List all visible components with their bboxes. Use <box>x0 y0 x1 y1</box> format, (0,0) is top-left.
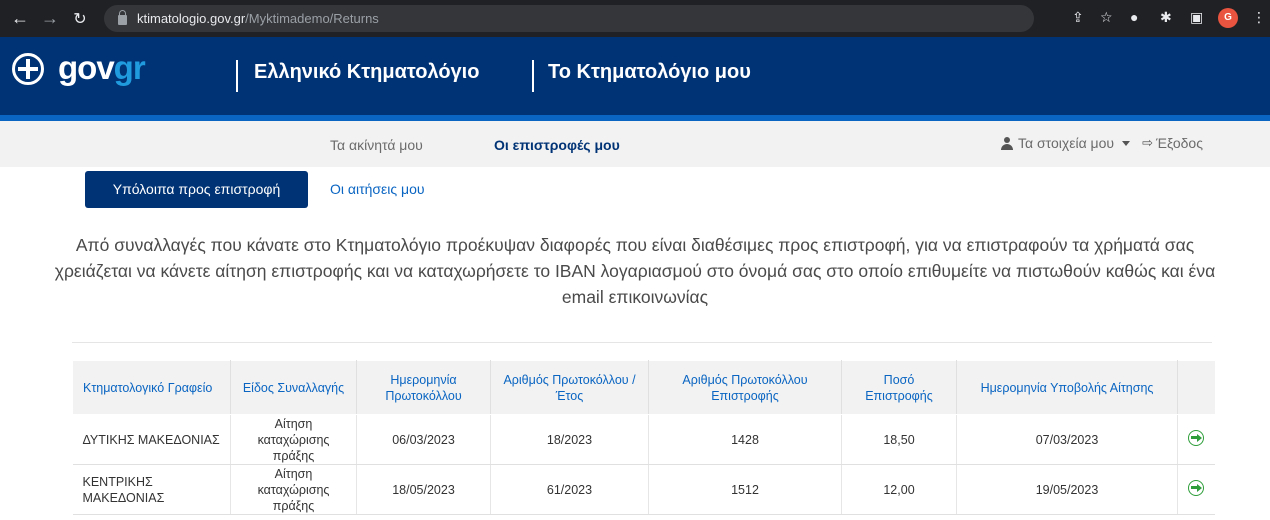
arrow-right-circle-icon[interactable] <box>1188 479 1205 496</box>
table-header-row: Κτηματολογικό Γραφείο Είδος Συναλλαγής Η… <box>72 360 1215 415</box>
cell-amount: 18,50 <box>841 414 957 465</box>
cell-amount: 12,00 <box>841 464 957 515</box>
cell-protocol-date: 06/03/2023 <box>356 414 491 465</box>
greek-emblem-icon <box>12 53 44 85</box>
intro-text: Από συναλλαγές που κάνατε στο Κτηματολόγ… <box>54 235 1216 307</box>
user-menu: Τα στοιχεία μου ⇨ Έξοδος <box>1000 135 1203 151</box>
header-divider <box>236 60 238 92</box>
cell-transaction-type: Αίτηση καταχώρισης πράξης <box>230 414 357 465</box>
cell-protocol-number: 61/2023 <box>490 464 649 515</box>
col-header-transaction-type: Είδος Συναλλαγής <box>230 360 357 415</box>
divider <box>72 342 1212 343</box>
cell-office: ΔΥΤΙΚΗΣ ΜΑΚΕΔΟΝΙΑΣ <box>72 414 231 465</box>
user-icon <box>1000 136 1014 150</box>
col-header-protocol-date: Ημερομηνία Πρωτοκόλλου <box>356 360 491 415</box>
header-title-my-cadastre[interactable]: Το Κτηματολόγιο μου <box>548 61 751 84</box>
url-host: ktimatologio.gov.gr <box>137 11 246 26</box>
tab-pending-returns[interactable]: Υπόλοιπα προς επιστροφή <box>85 171 308 208</box>
cell-protocol-number: 18/2023 <box>490 414 649 465</box>
sub-navigation: Τα ακίνητά μου Οι επιστροφές μου Τα στοι… <box>0 121 1270 167</box>
extension-icon[interactable]: ● <box>1130 9 1138 25</box>
url-path: /Myktimademo/Returns <box>245 11 379 26</box>
cell-action <box>1177 464 1215 515</box>
col-header-action <box>1177 360 1215 415</box>
col-header-return-protocol: Αριθμός Πρωτοκόλλου Επιστροφής <box>648 360 842 415</box>
cell-request-date: 19/05/2023 <box>956 464 1178 515</box>
arrow-right-circle-icon[interactable] <box>1188 429 1205 446</box>
caret-down-icon[interactable] <box>1122 140 1131 146</box>
sidepanel-icon[interactable]: ▣ <box>1190 9 1203 26</box>
sign-out-icon: ⇨ <box>1142 135 1153 150</box>
back-arrow-icon[interactable]: ← <box>8 8 32 29</box>
col-header-office: Κτηματολογικό Γραφείο <box>72 360 231 415</box>
cell-transaction-type: Αίτηση καταχώρισης πράξης <box>230 464 357 515</box>
header-divider <box>532 60 534 92</box>
tab-my-requests[interactable]: Οι αιτήσεις μου <box>330 181 425 197</box>
browser-toolbar: ← → ↻ ktimatologio.gov.gr/Myktimademo/Re… <box>0 0 1270 37</box>
my-details-link[interactable]: Τα στοιχεία μου <box>1018 135 1114 151</box>
forward-arrow-icon[interactable]: → <box>38 8 62 29</box>
header-title-cadastre[interactable]: Ελληνικό Κτηματολόγιο <box>254 61 479 84</box>
share-icon[interactable]: ⇪ <box>1072 9 1084 26</box>
table-row: ΔΥΤΙΚΗΣ ΜΑΚΕΔΟΝΙΑΣ Αίτηση καταχώρισης πρ… <box>72 414 1215 465</box>
nav-my-properties[interactable]: Τα ακίνητά μου <box>330 137 423 153</box>
govgr-logo[interactable]: govgr <box>58 49 146 87</box>
cell-request-date: 07/03/2023 <box>956 414 1178 465</box>
nav-my-returns[interactable]: Οι επιστροφές μου <box>494 137 620 153</box>
table-row: ΚΕΝΤΡΙΚΗΣ ΜΑΚΕΔΟΝΙΑΣ Αίτηση καταχώρισης … <box>72 464 1215 515</box>
cell-office: ΚΕΝΤΡΙΚΗΣ ΜΑΚΕΔΟΝΙΑΣ <box>72 464 231 515</box>
cell-protocol-date: 18/05/2023 <box>356 464 491 515</box>
menu-dots-icon[interactable]: ⋮ <box>1252 9 1266 26</box>
cell-action <box>1177 414 1215 465</box>
bookmark-star-icon[interactable]: ☆ <box>1100 9 1113 26</box>
col-header-protocol-number: Αριθμός Πρωτοκόλλου / Έτος <box>490 360 649 415</box>
puzzle-icon[interactable]: ✱ <box>1160 9 1172 26</box>
lock-icon <box>118 10 127 25</box>
cell-return-protocol: 1512 <box>648 464 842 515</box>
logout-link[interactable]: Έξοδος <box>1156 135 1203 151</box>
address-bar[interactable]: ktimatologio.gov.gr/Myktimademo/Returns <box>104 5 1034 32</box>
profile-avatar[interactable]: G <box>1218 8 1238 28</box>
col-header-request-date: Ημερομηνία Υποβολής Αίτησης <box>956 360 1178 415</box>
cell-return-protocol: 1428 <box>648 414 842 465</box>
returns-table: Κτηματολογικό Γραφείο Είδος Συναλλαγής Η… <box>72 360 1215 515</box>
col-header-amount: Ποσό Επιστροφής <box>841 360 957 415</box>
reload-icon[interactable]: ↻ <box>68 9 92 29</box>
site-header: govgr Ελληνικό Κτηματολόγιο Το Κτηματολό… <box>0 37 1270 115</box>
